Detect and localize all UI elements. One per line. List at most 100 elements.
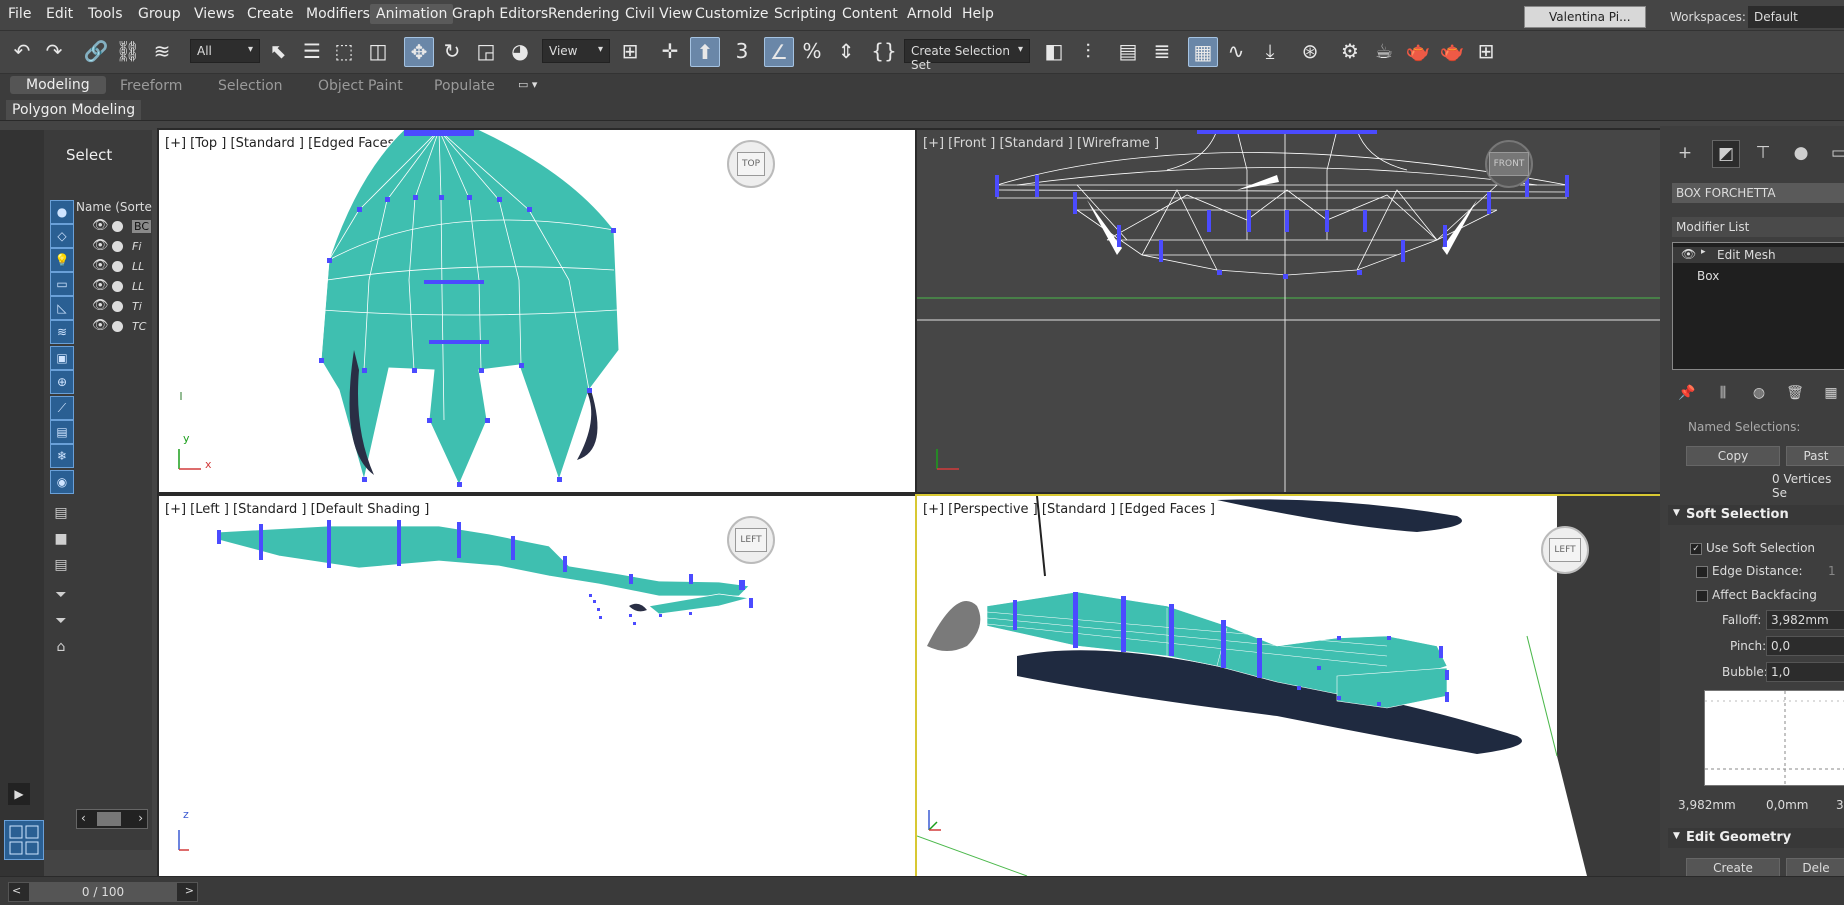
- layer-explorer-icon[interactable]: ≣: [1148, 37, 1176, 65]
- tab-freeform[interactable]: Freeform: [120, 78, 182, 94]
- render-in-cloud-icon[interactable]: ⊞: [1472, 37, 1500, 65]
- display-groups-icon[interactable]: ▣: [50, 346, 74, 370]
- unlink-icon[interactable]: ⛓: [114, 37, 142, 65]
- display-lights-icon[interactable]: 💡: [50, 248, 74, 272]
- scroll-left-icon[interactable]: ‹: [81, 811, 86, 825]
- make-unique-icon[interactable]: ◍: [1746, 380, 1772, 406]
- display-bones-icon[interactable]: ⟋: [50, 396, 74, 420]
- viewport-perspective[interactable]: [+] [Perspective ] [Standard ] [Edged Fa…: [915, 494, 1663, 878]
- create-tab-icon[interactable]: +: [1672, 140, 1698, 166]
- reference-coordinate-dropdown[interactable]: View ▾: [542, 39, 610, 63]
- bind-space-warp-icon[interactable]: ≋: [148, 37, 176, 65]
- object-name-field[interactable]: BOX FORCHETTA: [1672, 183, 1844, 203]
- undo-icon[interactable]: ↶: [8, 37, 36, 65]
- display-helpers-icon[interactable]: ◺: [50, 296, 74, 320]
- edge-distance-value[interactable]: 1: [1828, 564, 1836, 578]
- filter-combo-icon[interactable]: ⏷: [52, 586, 70, 604]
- user-account-dropdown[interactable]: Valentina Pi...: [1524, 6, 1646, 28]
- freeze-dot-icon[interactable]: [112, 221, 123, 232]
- ribbon-options-icon[interactable]: ▭ ▾: [518, 78, 537, 91]
- visibility-eye-icon[interactable]: 👁: [92, 298, 109, 313]
- time-slider-thumb[interactable]: 0 / 100: [29, 883, 177, 901]
- pinch-spinner[interactable]: 0,0: [1766, 636, 1844, 656]
- scene-explorer-select-menu[interactable]: Select: [66, 146, 112, 164]
- soft-selection-rollout[interactable]: ▼ Soft Selection: [1668, 505, 1844, 525]
- display-frozen-icon[interactable]: ❄: [50, 444, 74, 468]
- visibility-eye-icon[interactable]: 👁: [92, 258, 109, 273]
- viewcube-top[interactable]: TOP: [727, 140, 775, 188]
- invert-display-icon[interactable]: ▤: [52, 556, 70, 574]
- menu-arnold[interactable]: Arnold: [907, 6, 952, 22]
- container-icon[interactable]: ⌂: [52, 638, 70, 656]
- rectangle-selection-icon[interactable]: ⬚: [330, 37, 358, 65]
- viewport-left[interactable]: [+] [Left ] [Standard ] [Default Shading…: [157, 494, 917, 878]
- tab-object-paint[interactable]: Object Paint: [318, 78, 403, 94]
- configure-modifier-sets-icon[interactable]: ▦: [1818, 380, 1844, 406]
- redo-icon[interactable]: ↷: [40, 37, 68, 65]
- viewport-layout-icon[interactable]: [4, 820, 44, 860]
- viewcube-perspective[interactable]: LEFT: [1541, 526, 1589, 574]
- freeze-dot-icon[interactable]: [112, 301, 123, 312]
- viewcube-left[interactable]: LEFT: [727, 516, 775, 564]
- visibility-eye-icon[interactable]: 👁: [92, 218, 109, 233]
- menu-rendering[interactable]: Rendering: [548, 6, 620, 22]
- visibility-eye-icon[interactable]: 👁: [92, 278, 109, 293]
- name-column-header[interactable]: Name (Sorte: [76, 200, 152, 214]
- freeze-dot-icon[interactable]: [112, 321, 123, 332]
- visibility-eye-icon[interactable]: 👁: [92, 238, 109, 253]
- stack-item-edit-mesh[interactable]: 👁 ▸ Edit Mesh: [1673, 247, 1844, 263]
- rotate-icon[interactable]: ↻: [438, 37, 466, 65]
- material-editor-icon[interactable]: ⊛: [1296, 37, 1324, 65]
- display-space-warps-icon[interactable]: ≋: [50, 320, 74, 344]
- edit-geometry-rollout[interactable]: ▼ Edit Geometry: [1668, 828, 1844, 848]
- menu-graph-editors[interactable]: Graph Editors: [452, 6, 548, 22]
- menu-create[interactable]: Create: [247, 6, 294, 22]
- stack-visibility-eye-icon[interactable]: 👁: [1681, 247, 1696, 261]
- edge-distance-checkbox[interactable]: [1696, 566, 1708, 578]
- display-none-icon[interactable]: ■: [52, 530, 70, 548]
- pivot-center-icon[interactable]: ⊞: [616, 37, 644, 65]
- use-soft-selection-checkbox[interactable]: ✓: [1690, 543, 1702, 555]
- menu-scripting[interactable]: Scripting: [774, 6, 836, 22]
- viewport-top[interactable]: [+] [Top ] [Standard ] [Edged Faces ] TO…: [157, 128, 917, 494]
- pin-stack-icon[interactable]: 📌: [1674, 380, 1700, 406]
- display-xrefs-icon[interactable]: ⊕: [50, 370, 74, 394]
- freeze-dot-icon[interactable]: [112, 281, 123, 292]
- angle-snap-icon[interactable]: ∠: [764, 37, 794, 67]
- copy-button[interactable]: Copy: [1686, 446, 1780, 466]
- menu-civil-view[interactable]: Civil View: [625, 6, 692, 22]
- scene-explorer-icon[interactable]: ▤: [1114, 37, 1142, 65]
- render-setup-icon[interactable]: ⚙: [1336, 37, 1364, 65]
- curve-editor-icon[interactable]: ∿: [1222, 37, 1250, 65]
- menu-animation[interactable]: Animation: [370, 4, 454, 24]
- time-slider[interactable]: < 0 / 100 >: [8, 882, 198, 902]
- edit-named-selection-icon[interactable]: {}: [870, 37, 898, 65]
- tab-selection[interactable]: Selection: [218, 78, 283, 94]
- window-crossing-icon[interactable]: ◫: [364, 37, 392, 65]
- filter-icon[interactable]: ⏷: [52, 612, 70, 630]
- freeze-dot-icon[interactable]: [112, 241, 123, 252]
- display-containers-icon[interactable]: ▤: [50, 420, 74, 444]
- menu-help[interactable]: Help: [962, 6, 994, 22]
- motion-tab-icon[interactable]: ●: [1788, 140, 1814, 166]
- scroll-right-icon[interactable]: ›: [138, 811, 143, 825]
- place-icon[interactable]: ◕: [506, 37, 534, 65]
- ribbon-toggle-icon[interactable]: ▦: [1188, 37, 1218, 67]
- menu-tools[interactable]: Tools: [88, 6, 123, 22]
- modify-tab-icon[interactable]: ◩: [1712, 140, 1740, 168]
- schematic-view-icon[interactable]: ⤓: [1256, 37, 1284, 65]
- rendered-frame-window-icon[interactable]: ☕: [1370, 37, 1398, 65]
- viewcube-front[interactable]: FRONT: [1485, 140, 1533, 188]
- prev-frame-icon[interactable]: <: [12, 884, 21, 897]
- display-geometry-icon[interactable]: ●: [50, 200, 74, 224]
- show-end-result-icon[interactable]: ⫼: [1710, 380, 1736, 406]
- hierarchy-tab-icon[interactable]: ⊤: [1750, 140, 1776, 166]
- menu-views[interactable]: Views: [194, 6, 235, 22]
- falloff-spinner[interactable]: 3,982mm: [1766, 610, 1844, 630]
- render-iterative-icon[interactable]: 🫖: [1438, 37, 1466, 65]
- stack-expand-icon[interactable]: ▸: [1701, 247, 1706, 257]
- snaps-toggle-icon[interactable]: 3: [728, 37, 756, 65]
- stack-item-box[interactable]: Box: [1697, 269, 1719, 283]
- keyboard-shortcut-override-icon[interactable]: ⬆: [690, 37, 720, 67]
- affect-backfacing-checkbox[interactable]: [1696, 590, 1708, 602]
